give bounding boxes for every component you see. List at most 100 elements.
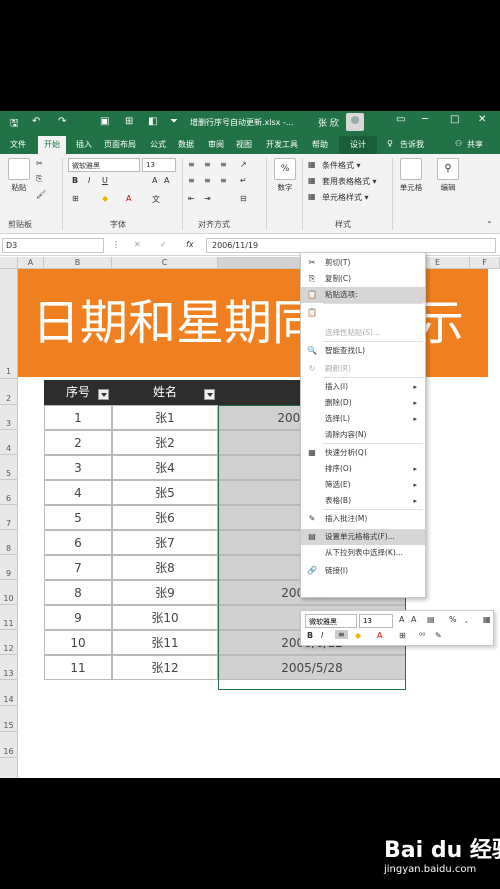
menu-item-delete[interactable]: 删除(D) ▸ <box>301 395 425 411</box>
row-header[interactable]: 5 <box>0 455 18 480</box>
mini-decimal-icon[interactable]: ⁰⁰ <box>419 631 425 640</box>
row-header[interactable]: 16 <box>0 732 18 758</box>
table-cell[interactable]: 6 <box>44 530 112 555</box>
table-cell[interactable]: 张1 <box>112 405 218 430</box>
insert-function-button[interactable]: fx <box>186 240 194 249</box>
screenshot-icon[interactable]: ⊞ <box>125 116 133 127</box>
table-cell[interactable]: 3 <box>44 455 112 480</box>
table-cell[interactable]: 张7 <box>112 530 218 555</box>
table-cell[interactable]: 张12 <box>112 655 218 680</box>
underline-icon[interactable]: U <box>102 176 108 185</box>
table-cell[interactable]: 张5 <box>112 480 218 505</box>
fill-color-icon[interactable]: ◆ <box>102 194 108 203</box>
menu-item-link[interactable]: 🔗 链接(I) <box>301 563 425 579</box>
maximize-button[interactable]: □ <box>450 114 459 125</box>
table-cell[interactable]: 张8 <box>112 555 218 580</box>
editing-button[interactable]: ⚲ 编辑 <box>434 158 462 193</box>
mini-eraser-icon[interactable]: ✎ <box>435 631 442 640</box>
row-header[interactable]: 2 <box>0 379 18 405</box>
table-cell[interactable]: 2 <box>44 430 112 455</box>
row-header[interactable]: 13 <box>0 655 18 680</box>
filter-dropdown-icon[interactable] <box>98 389 109 400</box>
tab-developer[interactable]: 开发工具 <box>266 139 298 150</box>
row-header[interactable]: 15 <box>0 706 18 732</box>
cut-icon[interactable]: ✂ <box>36 159 43 168</box>
table-cell[interactable]: 2005/5/28 <box>218 655 406 680</box>
format-icon[interactable]: ▣ <box>100 116 109 127</box>
mini-painter-icon[interactable]: ▦ <box>483 615 491 624</box>
row-header[interactable]: 6 <box>0 480 18 505</box>
mini-align-icon[interactable]: ≡ <box>335 630 348 639</box>
font-color-icon[interactable]: A <box>126 194 131 203</box>
column-header[interactable]: B <box>44 257 112 269</box>
menu-item-insert-comment[interactable]: ✎ 插入批注(M) <box>301 511 425 527</box>
mini-comma-icon[interactable]: , <box>465 615 468 624</box>
formula-input[interactable]: 2006/11/19 <box>206 238 496 253</box>
redo-icon[interactable]: ↷ <box>58 116 66 127</box>
merge-center-icon[interactable]: ⊟ <box>240 194 247 203</box>
font-grow-icon[interactable]: A <box>152 176 157 185</box>
tell-me-box[interactable]: 告诉我 <box>400 139 424 150</box>
borders-icon[interactable]: ⊞ <box>72 194 79 203</box>
bold-icon[interactable]: B <box>72 176 78 185</box>
table-cell[interactable]: 7 <box>44 555 112 580</box>
column-header[interactable]: A <box>18 257 44 269</box>
tab-insert[interactable]: 插入 <box>76 139 92 150</box>
tab-review[interactable]: 审阅 <box>208 139 224 150</box>
tab-view[interactable]: 视图 <box>236 139 252 150</box>
indent-decrease-icon[interactable]: ⇤ <box>188 194 195 203</box>
align-middle-icon[interactable]: ≡ <box>204 160 211 169</box>
table-cell[interactable]: 张6 <box>112 505 218 530</box>
table-cell[interactable]: 张4 <box>112 455 218 480</box>
number-format-button[interactable]: % 数字 <box>272 158 298 193</box>
mini-grow-font-icon[interactable]: A <box>399 615 404 624</box>
avatar[interactable] <box>346 113 364 131</box>
align-right-icon[interactable]: ≡ <box>220 176 227 185</box>
share-button[interactable]: 共享 <box>467 139 483 150</box>
customize-icon[interactable]: ⏷ <box>170 116 178 127</box>
menu-item-paste-options[interactable]: 📋 粘贴选项: <box>301 287 425 303</box>
form-icon[interactable]: ◧ <box>148 116 157 127</box>
copy-icon[interactable]: ⎘ <box>36 174 42 184</box>
row-header[interactable]: 4 <box>0 430 18 455</box>
align-top-icon[interactable]: ≡ <box>188 160 195 169</box>
save-icon[interactable]: 🖫 <box>10 116 19 133</box>
tab-data[interactable]: 数据 <box>178 139 194 150</box>
table-cell[interactable]: 9 <box>44 605 112 630</box>
row-header[interactable]: 7 <box>0 505 18 530</box>
close-button[interactable]: ✕ <box>478 114 486 125</box>
row-header[interactable]: 11 <box>0 605 18 630</box>
mini-font-color-icon[interactable]: A <box>377 631 382 640</box>
column-header[interactable]: C <box>112 257 218 269</box>
menu-item-paste-clipboard[interactable]: 📋 <box>301 305 425 325</box>
menu-item-smart-lookup[interactable]: 🔍 智能查找(L) <box>301 343 425 359</box>
table-cell[interactable]: 张9 <box>112 580 218 605</box>
format-as-table-button[interactable]: 套用表格格式 ▾ <box>322 176 377 187</box>
menu-item-clear-contents[interactable]: 清除内容(N) <box>301 427 425 443</box>
select-all[interactable] <box>0 257 18 269</box>
table-cell[interactable]: 4 <box>44 480 112 505</box>
row-header[interactable]: 1 <box>0 269 18 379</box>
menu-item-filter[interactable]: 筛选(E) ▸ <box>301 477 425 493</box>
format-painter-icon[interactable]: 🖌 <box>36 190 46 199</box>
cells-button[interactable]: 单元格 <box>396 158 426 193</box>
table-header-index[interactable]: 序号 <box>44 380 112 405</box>
tab-page-layout[interactable]: 页面布局 <box>104 139 136 150</box>
tab-formulas[interactable]: 公式 <box>150 139 166 150</box>
table-cell[interactable]: 8 <box>44 580 112 605</box>
font-shrink-icon[interactable]: A <box>164 176 169 185</box>
row-header[interactable]: 10 <box>0 580 18 605</box>
menu-item-select[interactable]: 选择(L) ▸ <box>301 411 425 427</box>
menu-item-sort[interactable]: 排序(O) ▸ <box>301 461 425 477</box>
minimize-button[interactable]: ─ <box>422 114 428 125</box>
menu-item-cut[interactable]: ✂ 剪切(T) <box>301 255 425 271</box>
paste-button[interactable]: 粘贴 <box>6 158 32 193</box>
row-header[interactable]: 14 <box>0 680 18 706</box>
menu-item-quick-analysis[interactable]: ▦ 快速分析(Q) <box>301 445 425 461</box>
name-box[interactable]: D3 <box>2 238 104 253</box>
align-bottom-icon[interactable]: ≡ <box>220 160 227 169</box>
ribbon-display-icon[interactable]: ▭ <box>396 114 405 125</box>
menu-item-format-cells[interactable]: ▤ 设置单元格格式(F)... <box>301 529 425 545</box>
collapse-ribbon-icon[interactable]: ⌃ <box>486 220 493 229</box>
tab-file[interactable]: 文件 <box>10 139 26 150</box>
